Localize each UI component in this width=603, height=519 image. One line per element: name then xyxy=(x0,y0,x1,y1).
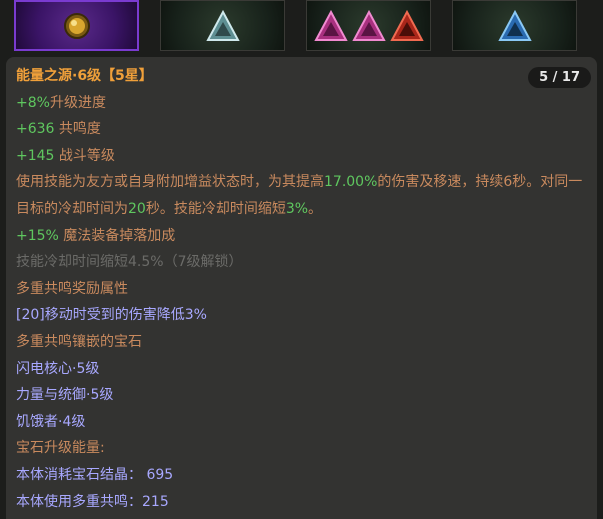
tooltip-title: 能量之源·6级【5星】 xyxy=(16,63,591,90)
socketed-header: 多重共鸣镶嵌的宝石 xyxy=(16,333,142,350)
gem-slot-3[interactable] xyxy=(306,0,431,51)
socketed-gem: 闪电核心·5级 xyxy=(16,360,100,377)
gem-tooltip: 5 / 17 能量之源·6级【5星】 +8%升级进度 +636 共鸣度 +145… xyxy=(6,57,597,519)
gem-slot-4[interactable] xyxy=(452,0,577,51)
gem-slot-row xyxy=(0,0,603,55)
orb-gem-icon xyxy=(63,12,90,39)
triangle-gem-icon xyxy=(497,9,532,41)
gem-name: 能量之源·6级 xyxy=(16,68,102,84)
skill-description: 使用技能为友方或自身附加增益状态时，为其提高17.00%的伤害及移速，持续6秒。… xyxy=(16,174,583,217)
triangle-gem-icon xyxy=(313,9,348,41)
stat-line: +145 战斗等级 xyxy=(16,147,115,164)
energy-header: 宝石升级能量: xyxy=(16,440,105,457)
triangle-gem-icon xyxy=(205,9,240,41)
consume-line: 本体消耗宝石结晶： 695 xyxy=(16,466,174,483)
gem-slot-1[interactable] xyxy=(14,0,139,51)
socketed-gem: 力量与统御·5级 xyxy=(16,387,114,404)
stat-line: +15% 魔法装备掉落加成 xyxy=(16,227,176,244)
star-rating: 【5星】 xyxy=(101,68,153,84)
resonance-bonus: [20]移动时受到的伤害降低3% xyxy=(16,307,207,324)
resonance-header: 多重共鸣奖励属性 xyxy=(16,280,128,297)
resonance-use-line: 本体使用多重共鸣：215 xyxy=(16,493,169,510)
locked-bonus: 技能冷却时间缩短4.5%（7级解锁） xyxy=(16,254,243,271)
socketed-gem: 饥饿者·4级 xyxy=(16,413,86,430)
triangle-gem-icon xyxy=(389,9,424,41)
gem-slot-2[interactable] xyxy=(160,0,285,51)
stat-line: +8%升级进度 xyxy=(16,94,106,111)
triangle-gem-icon xyxy=(351,9,386,41)
stat-line: +636 共鸣度 xyxy=(16,121,101,138)
